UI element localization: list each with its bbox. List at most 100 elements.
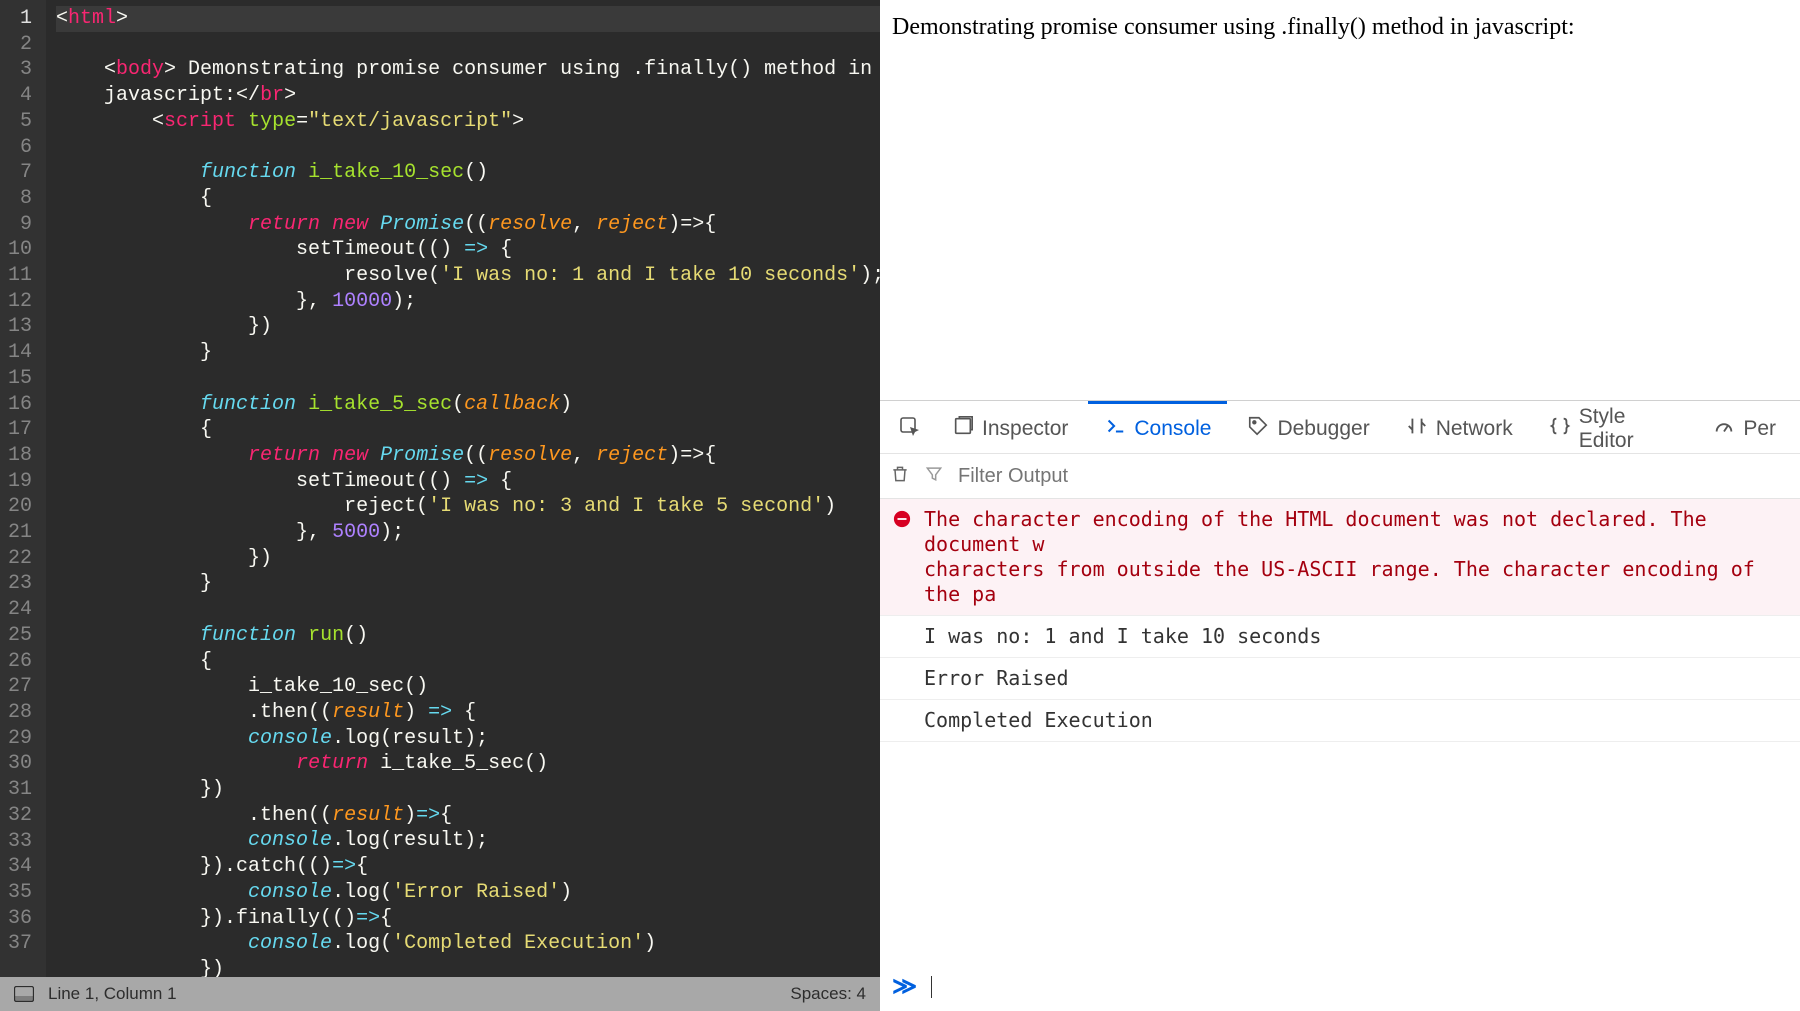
line-number[interactable]: 25	[8, 623, 32, 649]
line-number[interactable]: 2	[8, 32, 32, 58]
code-line[interactable]: return new Promise((resolve, reject)=>{	[56, 443, 880, 469]
line-number[interactable]: 19	[8, 469, 32, 495]
line-number[interactable]: 26	[8, 649, 32, 675]
code-line[interactable]: setTimeout(() => {	[56, 469, 880, 495]
line-number[interactable]: 23	[8, 571, 32, 597]
code-line[interactable]: })	[56, 314, 880, 340]
code-line[interactable]: {	[56, 417, 880, 443]
error-icon	[892, 509, 912, 529]
code-line[interactable]: function i_take_10_sec()	[56, 160, 880, 186]
tab-network[interactable]: Network	[1390, 401, 1529, 453]
line-number[interactable]: 9	[8, 212, 32, 238]
line-number-gutter[interactable]: 1234567891011121314151617181920212223242…	[0, 0, 46, 977]
line-number[interactable]: 6	[8, 135, 32, 161]
code-line[interactable]	[56, 32, 880, 58]
line-number[interactable]: 12	[8, 289, 32, 315]
tab-label: Network	[1436, 417, 1513, 441]
code-line[interactable]: {	[56, 186, 880, 212]
code-line[interactable]	[56, 135, 880, 161]
console-prompt[interactable]: ≫	[880, 962, 1800, 1011]
clear-console-icon[interactable]	[890, 464, 910, 489]
line-number[interactable]: 31	[8, 777, 32, 803]
line-number[interactable]: 20	[8, 494, 32, 520]
code-line[interactable]: <script type="text/javascript">	[56, 109, 880, 135]
tab-inspector[interactable]: Inspector	[936, 401, 1084, 453]
code-line[interactable]: })	[56, 546, 880, 572]
line-number[interactable]: 24	[8, 597, 32, 623]
indent-setting[interactable]: Spaces: 4	[790, 984, 866, 1004]
code-line[interactable]: function run()	[56, 623, 880, 649]
code-line[interactable]: i_take_10_sec()	[56, 674, 880, 700]
console-message-log[interactable]: Error Raised	[880, 658, 1800, 700]
tab-console[interactable]: Console	[1088, 401, 1227, 453]
console-message-log[interactable]: I was no: 1 and I take 10 seconds	[880, 616, 1800, 658]
line-number[interactable]: 7	[8, 160, 32, 186]
line-number[interactable]: 34	[8, 854, 32, 880]
line-number[interactable]: 36	[8, 906, 32, 932]
code-line[interactable]: .then((result)=>{	[56, 803, 880, 829]
code-line[interactable]: }).finally(()=>{	[56, 906, 880, 932]
browser-pane: Demonstrating promise consumer using .fi…	[880, 0, 1800, 1011]
code-line[interactable]: javascript:</br>	[56, 83, 880, 109]
code-line[interactable]: console.log('Completed Execution')	[56, 931, 880, 957]
code-line[interactable]: reject('I was no: 3 and I take 5 second'…	[56, 494, 880, 520]
line-number[interactable]: 10	[8, 237, 32, 263]
code-line[interactable]: function i_take_5_sec(callback)	[56, 392, 880, 418]
line-number[interactable]: 1	[8, 6, 32, 32]
line-number[interactable]: 33	[8, 829, 32, 855]
code-line[interactable]: }	[56, 340, 880, 366]
code-line[interactable]: {	[56, 649, 880, 675]
console-message-log[interactable]: Completed Execution	[880, 700, 1800, 742]
line-number[interactable]: 8	[8, 186, 32, 212]
code-area[interactable]: 1234567891011121314151617181920212223242…	[0, 0, 880, 977]
line-number[interactable]: 14	[8, 340, 32, 366]
code-line[interactable]: <body> Demonstrating promise consumer us…	[56, 57, 880, 83]
panel-icon[interactable]	[14, 986, 34, 1002]
line-number[interactable]: 28	[8, 700, 32, 726]
line-number[interactable]: 4	[8, 83, 32, 109]
line-number[interactable]: 22	[8, 546, 32, 572]
code-content[interactable]: <html> <body> Demonstrating promise cons…	[46, 0, 880, 977]
code-line[interactable]: console.log('Error Raised')	[56, 880, 880, 906]
line-number[interactable]: 27	[8, 674, 32, 700]
tab-performance[interactable]: Per	[1697, 401, 1792, 453]
line-number[interactable]: 15	[8, 366, 32, 392]
code-line[interactable]: }).catch(()=>{	[56, 854, 880, 880]
line-number[interactable]: 5	[8, 109, 32, 135]
tab-debugger[interactable]: Debugger	[1231, 401, 1385, 453]
code-line[interactable]	[56, 597, 880, 623]
code-line[interactable]	[56, 366, 880, 392]
tab-style-editor[interactable]: Style Editor	[1533, 401, 1694, 453]
element-picker-icon[interactable]	[888, 415, 932, 439]
braces-icon	[1549, 415, 1571, 443]
code-line[interactable]: console.log(result);	[56, 726, 880, 752]
code-line[interactable]: resolve('I was no: 1 and I take 10 secon…	[56, 263, 880, 289]
line-number[interactable]: 3	[8, 57, 32, 83]
line-number[interactable]: 11	[8, 263, 32, 289]
code-line[interactable]: return i_take_5_sec()	[56, 751, 880, 777]
filter-input[interactable]	[958, 465, 1790, 488]
code-line[interactable]: }, 5000);	[56, 520, 880, 546]
line-number[interactable]: 18	[8, 443, 32, 469]
line-number[interactable]: 35	[8, 880, 32, 906]
line-number[interactable]: 17	[8, 417, 32, 443]
line-number[interactable]: 21	[8, 520, 32, 546]
code-line[interactable]: })	[56, 957, 880, 977]
line-number[interactable]: 13	[8, 314, 32, 340]
code-line[interactable]: <html>	[56, 6, 880, 32]
perf-icon	[1713, 415, 1735, 443]
code-line[interactable]: setTimeout(() => {	[56, 237, 880, 263]
code-line[interactable]: })	[56, 777, 880, 803]
line-number[interactable]: 30	[8, 751, 32, 777]
line-number[interactable]: 32	[8, 803, 32, 829]
code-line[interactable]: .then((result) => {	[56, 700, 880, 726]
console-output[interactable]: The character encoding of the HTML docum…	[880, 499, 1800, 962]
code-line[interactable]: }	[56, 571, 880, 597]
code-line[interactable]: }, 10000);	[56, 289, 880, 315]
line-number[interactable]: 37	[8, 931, 32, 957]
line-number[interactable]: 16	[8, 392, 32, 418]
code-line[interactable]: return new Promise((resolve, reject)=>{	[56, 212, 880, 238]
line-number[interactable]: 29	[8, 726, 32, 752]
console-message-error[interactable]: The character encoding of the HTML docum…	[880, 499, 1800, 616]
code-line[interactable]: console.log(result);	[56, 828, 880, 854]
